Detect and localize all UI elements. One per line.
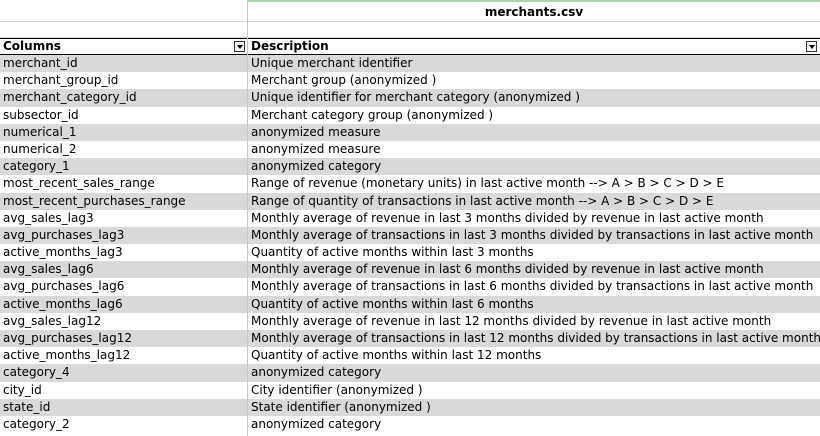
column-name-cell[interactable]: active_months_lag6 xyxy=(0,296,247,313)
column-name-cell[interactable]: merchant_id xyxy=(0,55,247,72)
table-row: state_id State identifier (anonymized ) xyxy=(0,398,820,416)
column-name-cell[interactable]: most_recent_sales_range xyxy=(0,175,247,192)
description-cell[interactable]: Monthly average of revenue in last 3 mon… xyxy=(248,210,820,227)
blank-row[interactable] xyxy=(0,21,820,38)
description-cell[interactable]: Monthly average of revenue in last 6 mon… xyxy=(248,261,820,278)
column-divider xyxy=(247,0,248,436)
column-name-cell[interactable]: avg_sales_lag6 xyxy=(0,261,247,278)
column-name-cell[interactable]: subsector_id xyxy=(0,107,247,124)
column-name-cell[interactable]: numerical_1 xyxy=(0,124,247,141)
table-row: numerical_2 anonymized measure xyxy=(0,141,820,158)
table-body: merchant_id Unique merchant identifier mer… xyxy=(0,55,820,433)
description-header-label: Description xyxy=(251,39,329,53)
table-row: most_recent_sales_range Range of revenue … xyxy=(0,175,820,192)
column-name-cell[interactable]: avg_sales_lag12 xyxy=(0,313,247,330)
sheet-title: merchants.csv xyxy=(484,5,584,19)
description-cell[interactable]: City identifier (anonymized ) xyxy=(248,382,820,399)
column-name-cell[interactable]: avg_purchases_lag3 xyxy=(0,227,247,244)
description-cell[interactable]: Quantity of active months within last 3 … xyxy=(248,244,820,261)
table-row: active_months_lag12 Quantity of active mo… xyxy=(0,347,820,364)
description-cell[interactable]: Range of quantity of transactions in las… xyxy=(248,193,820,210)
table-row: avg_purchases_lag12 Monthly average of tr… xyxy=(0,330,820,348)
table-row: category_1 anonymized category xyxy=(0,158,820,176)
column-name-cell[interactable]: merchant_group_id xyxy=(0,72,247,89)
table-row: active_months_lag6 Quantity of active mon… xyxy=(0,295,820,313)
description-cell[interactable]: Quantity of active months within last 12… xyxy=(248,347,820,364)
table-row: merchant_group_id Merchant group (anonymi… xyxy=(0,72,820,89)
columns-header[interactable]: Columns xyxy=(0,39,247,54)
column-name-cell[interactable]: avg_purchases_lag6 xyxy=(0,278,247,295)
description-cell[interactable]: anonymized category xyxy=(248,158,820,175)
table-row: category_2 anonymized category xyxy=(0,416,820,433)
column-name-cell[interactable]: most_recent_purchases_range xyxy=(0,193,247,210)
column-name-cell[interactable]: avg_purchases_lag12 xyxy=(0,330,247,347)
description-cell[interactable]: Monthly average of revenue in last 12 mo… xyxy=(248,313,820,330)
column-name-cell[interactable]: category_1 xyxy=(0,158,247,175)
column-name-cell[interactable]: avg_sales_lag3 xyxy=(0,210,247,227)
spreadsheet-grid: merchants.csv Columns Description mercha… xyxy=(0,0,820,436)
table-row: avg_sales_lag3 Monthly average of revenue… xyxy=(0,210,820,227)
description-cell[interactable]: Monthly average of transactions in last … xyxy=(248,278,820,295)
description-cell[interactable]: Unique merchant identifier xyxy=(248,55,820,72)
column-name-cell[interactable]: active_months_lag12 xyxy=(0,347,247,364)
table-header-row: Columns Description xyxy=(0,38,820,55)
column-name-cell[interactable]: merchant_category_id xyxy=(0,89,247,106)
description-cell[interactable]: Unique identifier for merchant category … xyxy=(248,89,820,106)
column-name-cell[interactable]: active_months_lag3 xyxy=(0,244,247,261)
columns-filter-icon[interactable] xyxy=(234,41,245,52)
table-row: category_4 anonymized category xyxy=(0,364,820,382)
table-row: numerical_1 anonymized measure xyxy=(0,123,820,141)
table-row: avg_purchases_lag6 Monthly average of tra… xyxy=(0,278,820,295)
column-name-cell[interactable]: state_id xyxy=(0,399,247,416)
description-cell[interactable]: Range of revenue (monetary units) in las… xyxy=(248,175,820,192)
table-row: city_id City identifier (anonymized ) xyxy=(0,382,820,399)
table-row: merchant_id Unique merchant identifier xyxy=(0,55,820,73)
column-name-cell[interactable]: category_4 xyxy=(0,364,247,381)
description-filter-icon[interactable] xyxy=(806,41,817,52)
description-cell[interactable]: anonymized category xyxy=(248,416,820,433)
description-header[interactable]: Description xyxy=(248,39,820,54)
column-name-cell[interactable]: city_id xyxy=(0,382,247,399)
description-cell[interactable]: Merchant group (anonymized ) xyxy=(248,72,820,89)
table-row: active_months_lag3 Quantity of active mon… xyxy=(0,244,820,261)
column-name-cell[interactable]: numerical_2 xyxy=(0,141,247,158)
description-cell[interactable]: Monthly average of transactions in last … xyxy=(248,330,820,347)
description-cell[interactable]: Monthly average of transactions in last … xyxy=(248,227,820,244)
columns-header-label: Columns xyxy=(3,39,61,53)
description-cell[interactable]: State identifier (anonymized ) xyxy=(248,399,820,416)
title-cell[interactable]: merchants.csv xyxy=(248,0,820,21)
table-row: merchant_category_id Unique identifier fo… xyxy=(0,89,820,107)
table-row: avg_sales_lag12 Monthly average of revenu… xyxy=(0,313,820,330)
table-row: avg_purchases_lag3 Monthly average of tra… xyxy=(0,226,820,245)
table-row: most_recent_purchases_range Range of quan… xyxy=(0,192,820,210)
description-cell[interactable]: anonymized category xyxy=(248,364,820,381)
column-name-cell[interactable]: category_2 xyxy=(0,416,247,433)
description-cell[interactable]: anonymized measure xyxy=(248,124,820,141)
description-cell[interactable]: Merchant category group (anonymized ) xyxy=(248,107,820,124)
description-cell[interactable]: Quantity of active months within last 6 … xyxy=(248,296,820,313)
table-row: avg_sales_lag6 Monthly average of revenue… xyxy=(0,261,820,279)
table-row: subsector_id Merchant category group (ano… xyxy=(0,107,820,124)
description-cell[interactable]: anonymized measure xyxy=(248,141,820,158)
